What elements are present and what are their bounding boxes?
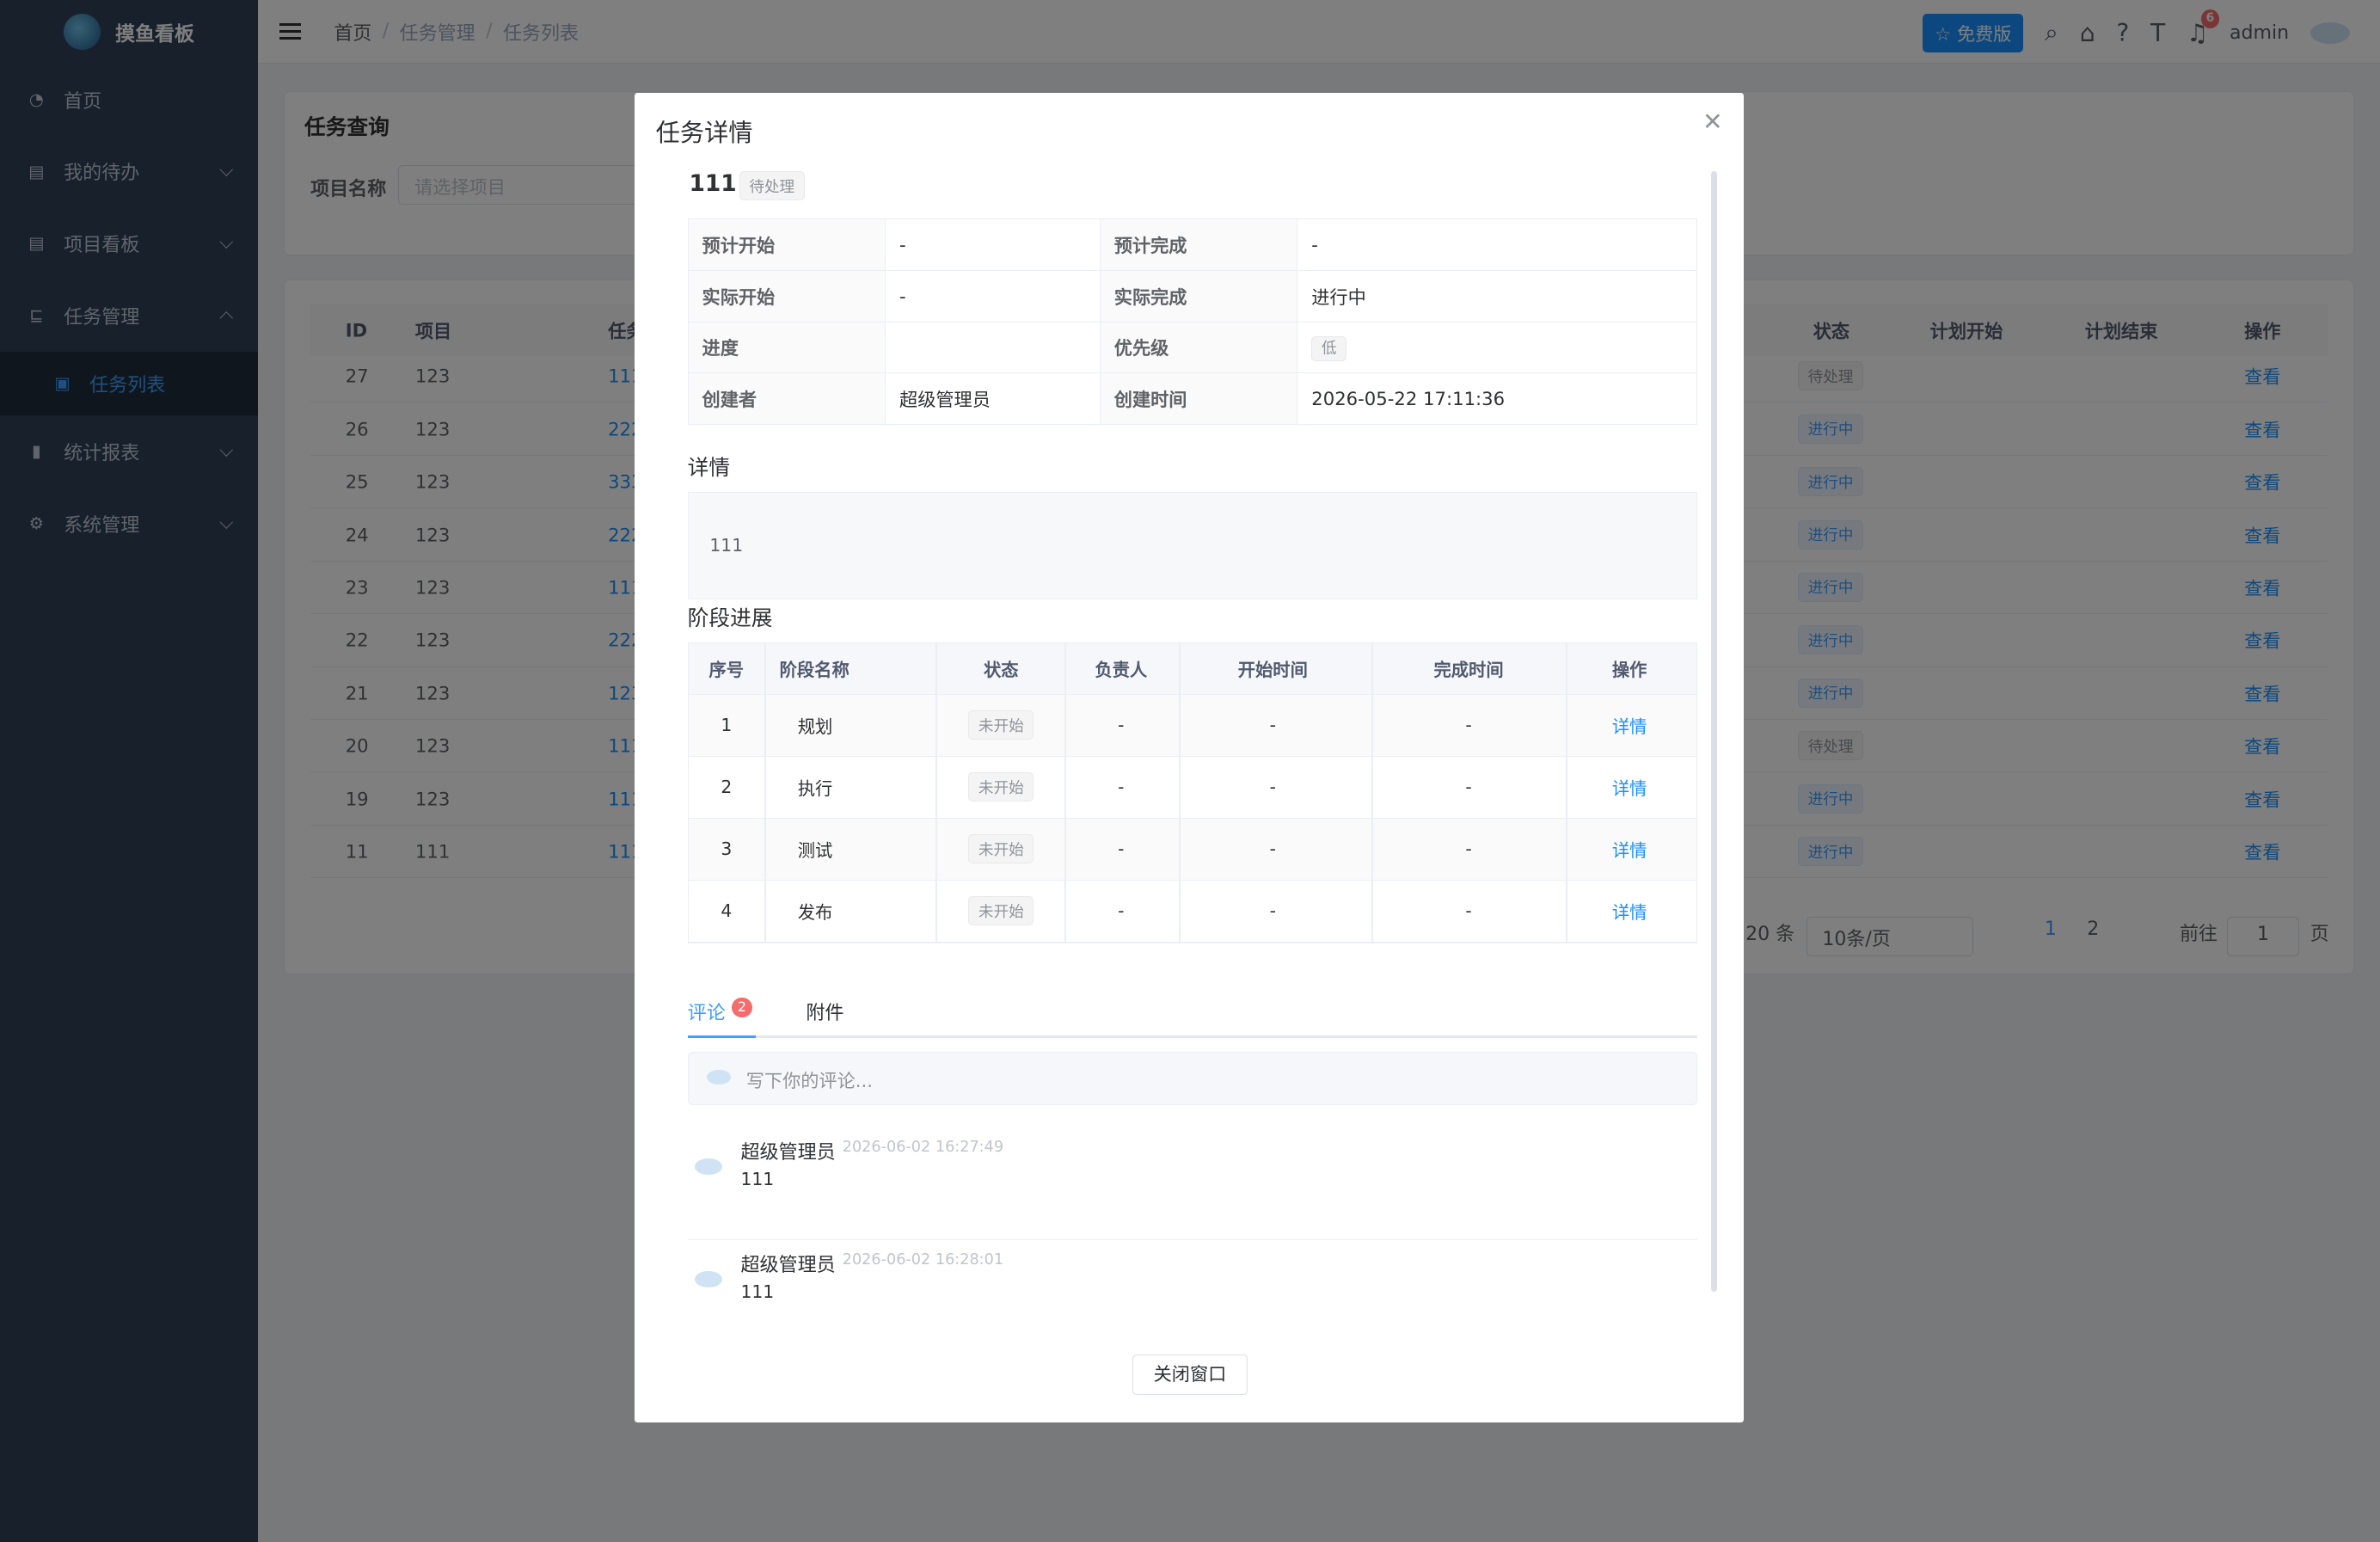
stage-status-badge: 未开始	[968, 834, 1034, 864]
detail-content: 111	[687, 491, 1697, 600]
comment-count-badge: 2	[731, 997, 753, 1017]
avatar	[706, 1069, 732, 1085]
task-detail-dialog: 任务详情 ✕ 111 待处理 预计开始 - 预计完成 - 实际开始 - 实际完成 进行中 进…	[634, 92, 1745, 1423]
stage-detail-button[interactable]: 详情	[1612, 774, 1647, 800]
close-window-button[interactable]: 关闭窗口	[1132, 1354, 1248, 1396]
tab-comments[interactable]: 评论 2	[687, 997, 757, 1039]
close-icon[interactable]: ✕	[1702, 108, 1723, 136]
comment-item: 超级管理员 2026-06-02 16:28:01 111	[688, 1250, 1697, 1353]
task-name: 111	[689, 169, 737, 197]
task-status-badge: 待处理	[739, 171, 805, 201]
stage-row: 4 发布 未开始 - - - 详情	[688, 881, 1696, 943]
comment-tabs: 评论 2 附件	[687, 997, 1697, 1039]
comment-input[interactable]: 写下你的评论...	[687, 1052, 1697, 1106]
priority-badge: 低	[1311, 336, 1347, 362]
stage-title: 阶段进展	[687, 605, 773, 631]
task-info-table: 预计开始 - 预计完成 - 实际开始 - 实际完成 进行中 进度 优先级低 创建者 超级管理员创…	[687, 218, 1697, 425]
stage-row: 3 测试 未开始 - - - 详情	[688, 818, 1696, 881]
stage-detail-button[interactable]: 详情	[1612, 712, 1647, 738]
stage-detail-button[interactable]: 详情	[1612, 898, 1647, 924]
stage-row: 1 规划 未开始 - - - 详情	[688, 694, 1696, 757]
stage-status-badge: 未开始	[968, 710, 1034, 740]
avatar	[695, 1270, 723, 1287]
stage-row: 2 执行 未开始 - - - 详情	[688, 757, 1696, 819]
comment-item: 超级管理员 2026-06-02 16:27:49 111	[687, 1137, 1697, 1241]
stage-status-badge: 未开始	[968, 896, 1034, 926]
stage-detail-button[interactable]: 详情	[1612, 836, 1647, 862]
scrollbar[interactable]	[1710, 171, 1717, 1293]
detail-title: 详情	[687, 455, 731, 481]
tab-attachments[interactable]: 附件	[806, 998, 843, 1025]
stage-table-header: 序号 阶段名称 状态 负责人 开始时间 完成时间 操作	[688, 642, 1696, 695]
avatar	[695, 1158, 723, 1176]
stage-status-badge: 未开始	[968, 772, 1034, 802]
dialog-title: 任务详情	[655, 119, 753, 148]
stage-table: 序号 阶段名称 状态 负责人 开始时间 完成时间 操作 1 规划 未开始 - - - 详情 2…	[687, 642, 1697, 943]
